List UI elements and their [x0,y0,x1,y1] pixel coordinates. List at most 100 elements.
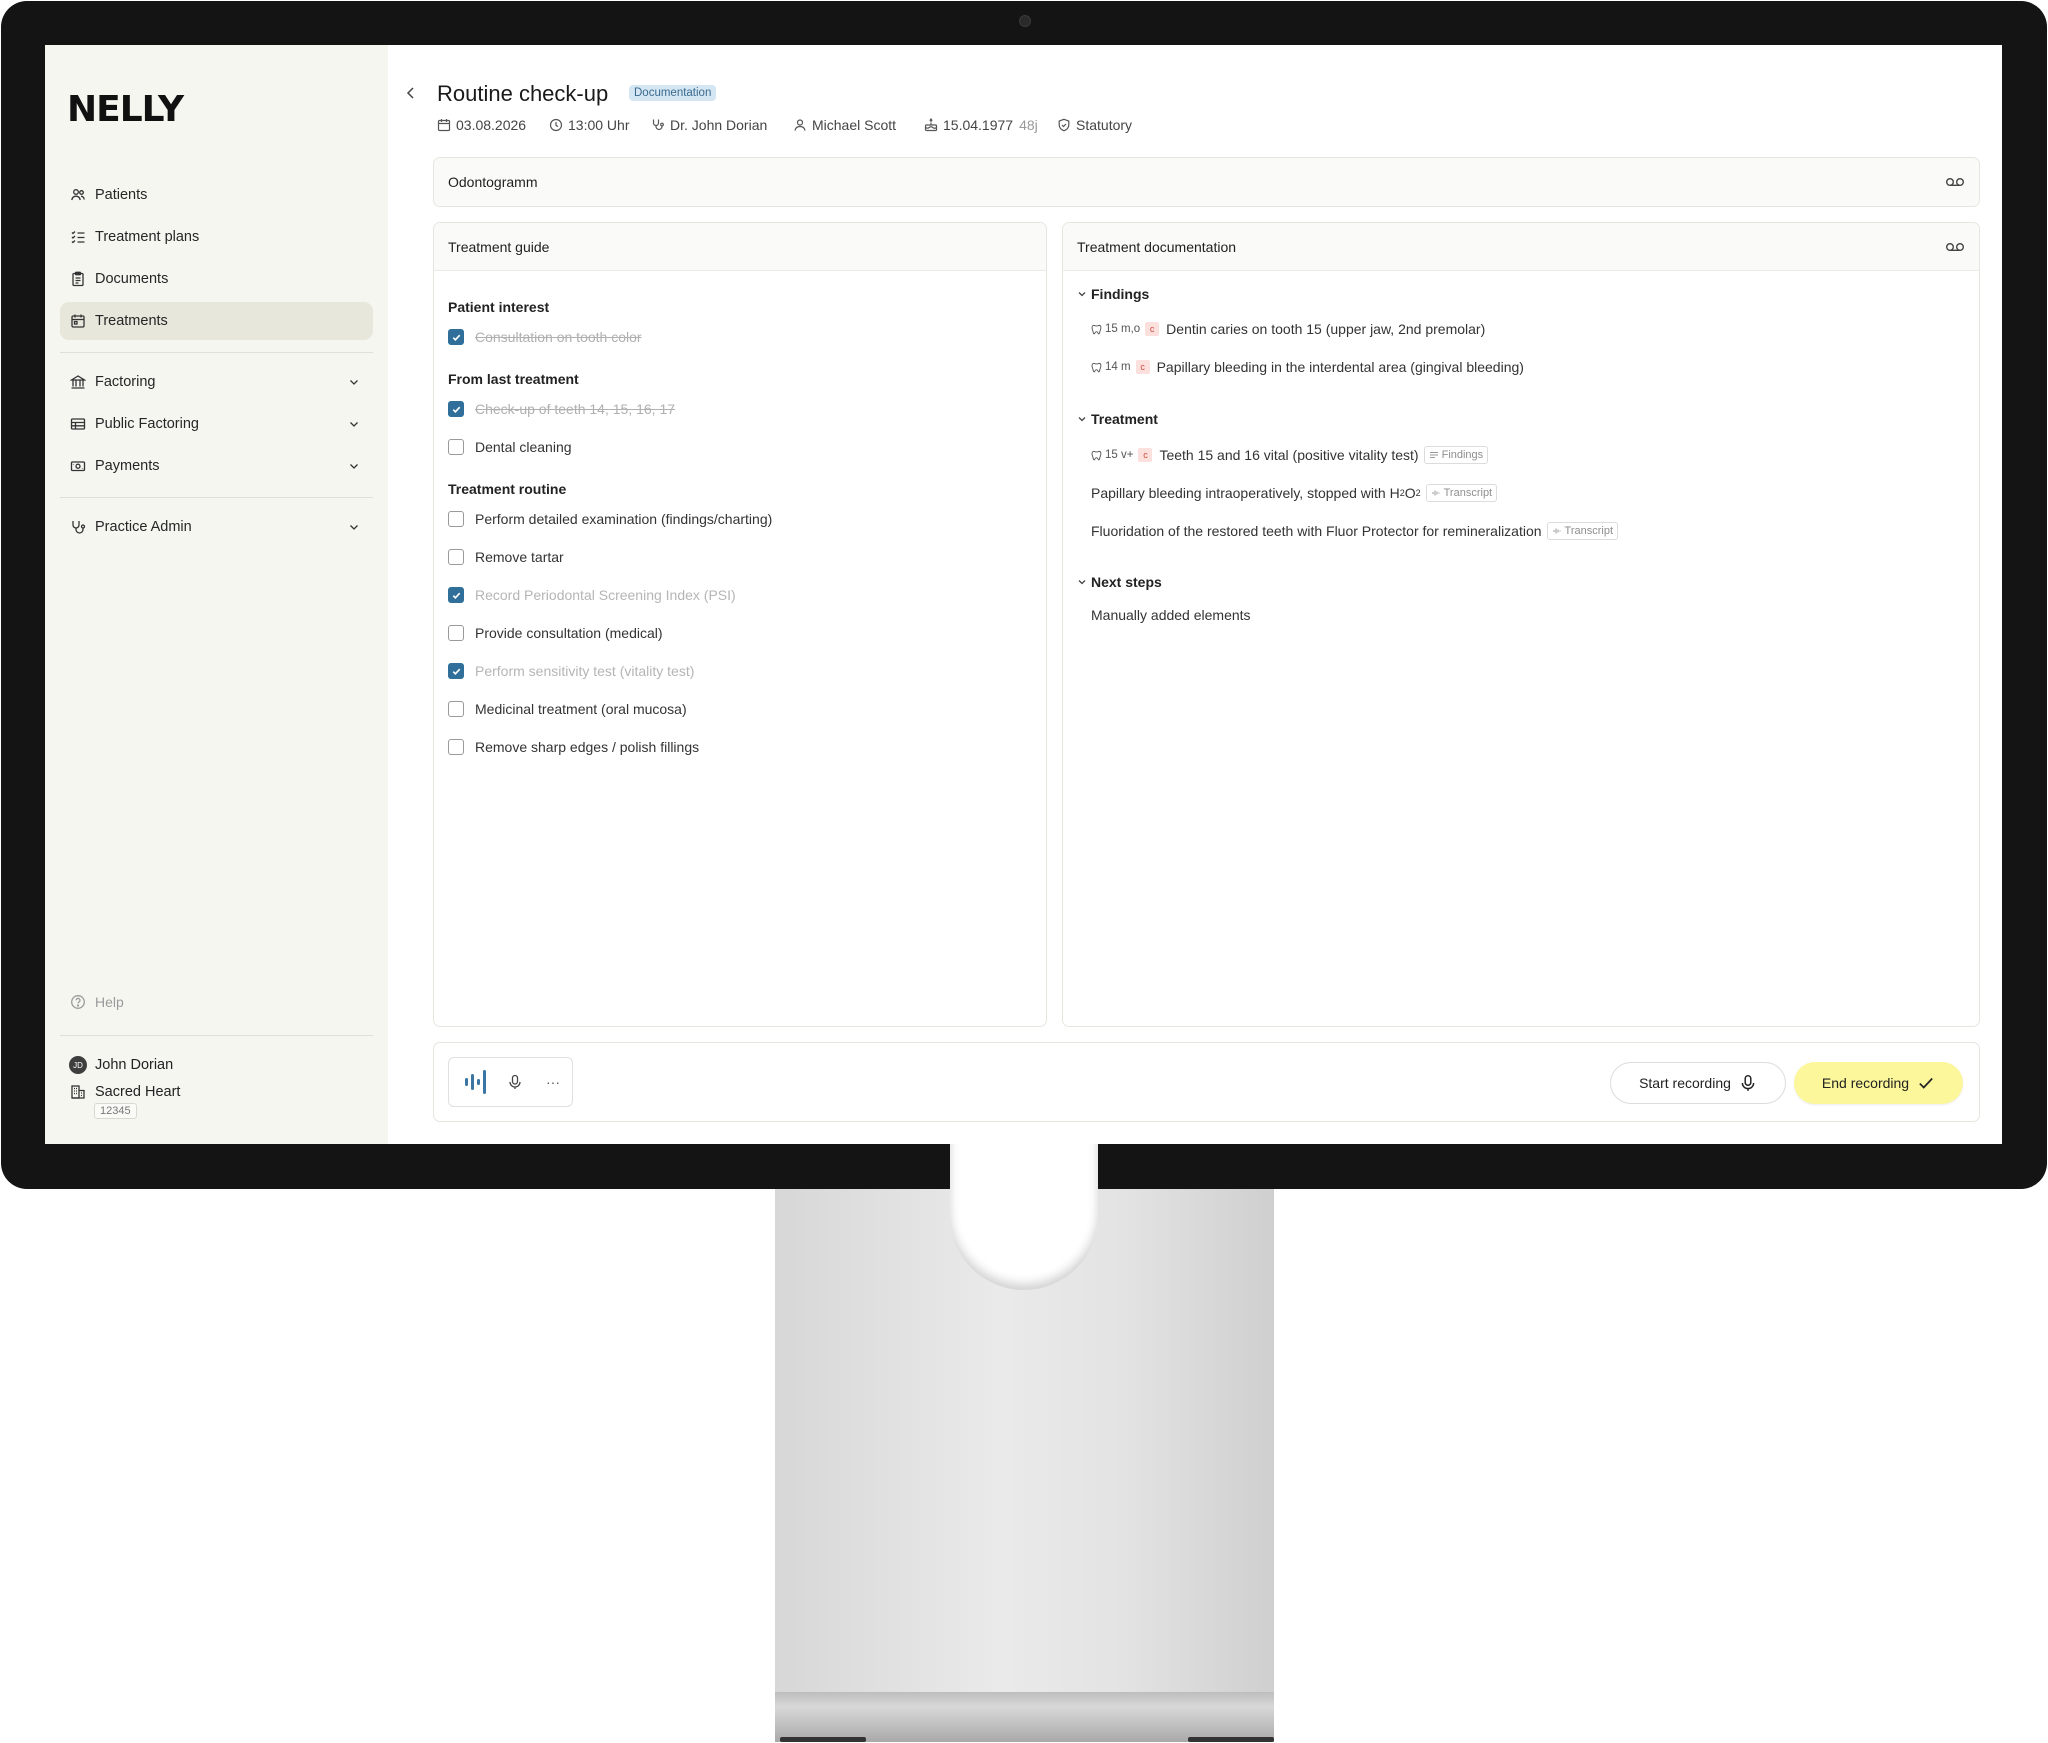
help-circle-icon [69,993,87,1011]
source-label: Findings [1441,449,1484,461]
waveform-icon [1553,528,1561,534]
webcam-icon [1019,15,1031,27]
checkbox-unchecked[interactable] [448,549,464,565]
tooth-tag: 15 m,o [1091,323,1140,335]
checkbox-checked[interactable] [448,401,464,417]
sidebar-divider [60,1035,373,1036]
sidebar-item-label: Payments [95,458,160,474]
sidebar-item-public-factoring[interactable]: Public Factoring [60,405,373,443]
help-link[interactable]: Help [69,993,124,1011]
end-recording-button[interactable]: End recording [1794,1062,1963,1104]
odontogram-panel[interactable]: Odontogramm [433,157,1980,207]
sidebar-item-label: Practice Admin [95,519,192,535]
checklist-item[interactable]: Consultation on tooth color [448,329,642,345]
checklist-item[interactable]: Medicinal treatment (oral mucosa) [448,701,687,717]
sidebar-item-patients[interactable]: Patients [60,176,373,214]
voicemail-icon[interactable] [1945,240,1965,254]
checkbox-checked[interactable] [448,587,464,603]
sidebar-divider [60,352,373,353]
checkbox-checked[interactable] [448,329,464,345]
checklist-item[interactable]: Remove tartar [448,549,564,565]
checkbox-unchecked[interactable] [448,511,464,527]
odontogram-header[interactable]: Odontogramm [434,158,1979,206]
tooth-icon [1091,450,1102,460]
next-step-item[interactable]: Manually added elements [1091,607,1251,623]
findings-section-toggle[interactable]: Findings [1077,286,1149,302]
checkbox-unchecked[interactable] [448,701,464,717]
treatment-title: Treatment [1091,411,1158,427]
start-recording-button[interactable]: Start recording [1610,1062,1786,1104]
meta-patient[interactable]: Michael Scott [793,116,896,134]
sidebar-item-factoring[interactable]: Factoring [60,363,373,401]
treatment-item[interactable]: 15 v+ c Teeth 15 and 16 vital (positive … [1091,446,1489,464]
microphone-button[interactable] [496,1067,534,1097]
sidebar-item-payments[interactable]: Payments [60,447,373,485]
checklist-item[interactable]: Check-up of teeth 14, 15, 16, 17 [448,401,675,417]
checklist-item[interactable]: Dental cleaning [448,439,572,455]
treatment-item[interactable]: Papillary bleeding intraoperatively, sto… [1091,484,1498,502]
checkbox-unchecked[interactable] [448,739,464,755]
chevron-down-icon[interactable] [347,520,361,534]
chevron-down-icon[interactable] [347,459,361,473]
checklist-item-label: Provide consultation (medical) [475,625,663,641]
tooth-number: 15 v+ [1105,449,1134,461]
user-profile[interactable]: JD John Dorian [69,1056,173,1074]
checklist-item[interactable]: Provide consultation (medical) [448,625,663,641]
back-button[interactable] [401,83,421,103]
source-tag-transcript[interactable]: Transcript [1425,484,1498,502]
checklist-item-label: Remove tartar [475,549,564,565]
treatment-item[interactable]: Fluoridation of the restored teeth with … [1091,522,1619,540]
desktop-scene: NELLY Patients Treatment plans Documents… [0,0,2048,1743]
app-window: NELLY Patients Treatment plans Documents… [45,45,2002,1144]
checklist-item-label: Perform sensitivity test (vitality test) [475,663,695,679]
more-options-button[interactable]: ··· [534,1067,572,1097]
source-tag-transcript[interactable]: Transcript [1546,522,1619,540]
sidebar-item-treatments[interactable]: Treatments [60,302,373,340]
treatment-documentation-header: Treatment documentation [1063,223,1979,271]
check-icon [452,668,460,675]
status-badge: Documentation [629,85,717,101]
app-logo[interactable]: NELLY [67,89,184,130]
next-steps-title: Next steps [1091,574,1162,590]
sidebar-item-practice-admin[interactable]: Practice Admin [60,508,373,546]
checkbox-checked[interactable] [448,663,464,679]
next-steps-section-toggle[interactable]: Next steps [1077,574,1162,590]
treatment-section-toggle[interactable]: Treatment [1077,411,1158,427]
meta-date-text: 03.08.2026 [456,117,527,133]
finding-item[interactable]: 15 m,o c Dentin caries on tooth 15 (uppe… [1091,321,1485,337]
stethoscope-icon [69,518,87,536]
checkbox-unchecked[interactable] [448,625,464,641]
check-icon [452,406,460,413]
subscript: 2 [1415,488,1421,498]
caries-code-badge: c [1135,360,1150,374]
chevron-down-icon[interactable] [347,417,361,431]
clipboard-icon [69,270,87,288]
finding-text: Dentin caries on tooth 15 (upper jaw, 2n… [1166,321,1486,337]
treatment-text: Fluoridation of the restored teeth with … [1091,523,1542,539]
waveform-icon [465,1070,486,1094]
finding-item[interactable]: 14 m c Papillary bleeding in the interde… [1091,359,1524,375]
banknote-icon [69,457,87,475]
checklist-item-label: Dental cleaning [475,439,572,455]
sidebar-item-documents[interactable]: Documents [60,260,373,298]
meta-insurance: Statutory [1057,116,1132,134]
chevron-down-icon[interactable] [347,375,361,389]
checklist-item[interactable]: Remove sharp edges / polish fillings [448,739,699,755]
clock-icon [549,118,563,132]
checklist-item[interactable]: Perform sensitivity test (vitality test) [448,663,694,679]
checklist-item-label: Check-up of teeth 14, 15, 16, 17 [475,401,676,417]
checklist-item[interactable]: Perform detailed examination (findings/c… [448,511,772,527]
sidebar-item-label: Patients [95,187,148,203]
checklist-item[interactable]: Record Periodontal Screening Index (PSI) [448,587,736,603]
checklist-item-label: Medicinal treatment (oral mucosa) [475,701,687,717]
voicemail-icon[interactable] [1945,175,1965,189]
sidebar-item-label: Treatment plans [95,229,200,245]
sidebar-item-treatment-plans[interactable]: Treatment plans [60,218,373,256]
meta-insurance-text: Statutory [1076,117,1133,133]
table-icon [69,415,87,433]
source-tag-findings[interactable]: Findings [1423,446,1489,464]
meta-birthdate-text: 15.04.1977 [943,117,1014,133]
checkbox-unchecked[interactable] [448,439,464,455]
practice-selector[interactable]: Sacred Heart [69,1083,180,1101]
audio-waveform-button[interactable] [458,1067,496,1097]
